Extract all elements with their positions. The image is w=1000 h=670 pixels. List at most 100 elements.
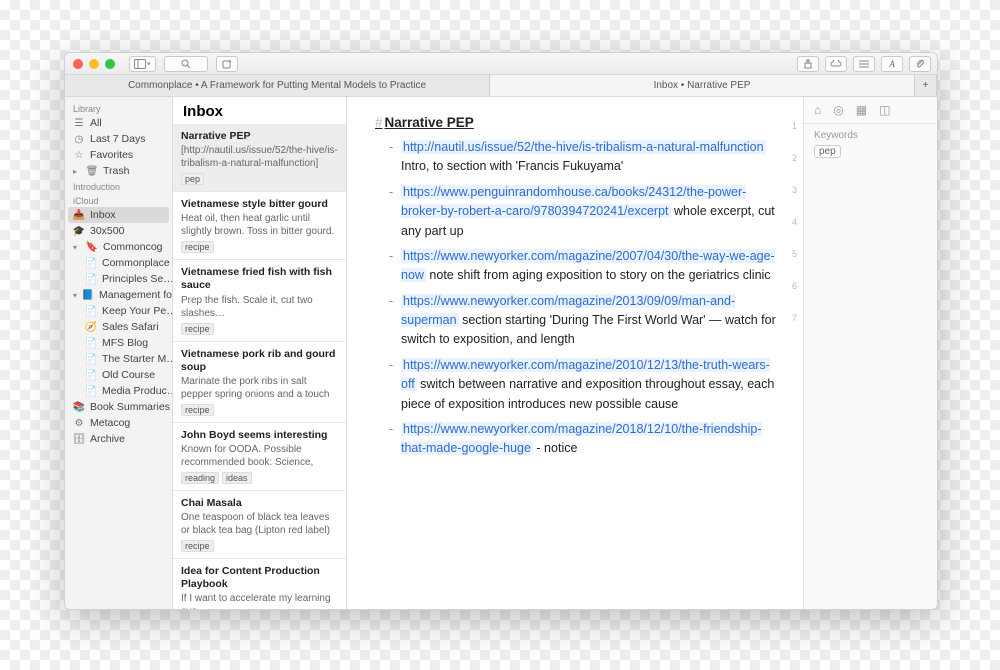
- tabstrip: Commonplace • A Framework for Putting Me…: [65, 75, 937, 97]
- tag[interactable]: recipe: [181, 323, 214, 335]
- note-item[interactable]: John Boyd seems interestingKnown for OOD…: [173, 423, 346, 491]
- sidebar-item-principles[interactable]: 📄Principles Se…: [65, 271, 172, 287]
- bullet-text: - notice: [533, 441, 577, 455]
- tag[interactable]: pep: [181, 173, 204, 185]
- bullet-item: -https://www.newyorker.com/magazine/2013…: [389, 292, 785, 350]
- bullet-item: -https://www.newyorker.com/magazine/2010…: [389, 356, 785, 414]
- chevron-down-icon: ▾: [73, 243, 81, 252]
- note-item[interactable]: Vietnamese style bitter gourdHeat oil, t…: [173, 192, 346, 260]
- bullet-body[interactable]: https://www.newyorker.com/magazine/2010/…: [401, 356, 785, 414]
- link[interactable]: http://nautil.us/issue/52/the-hive/is-tr…: [401, 140, 766, 154]
- sidebar-item-30x500[interactable]: 🎓30x500: [65, 223, 172, 239]
- compass-icon: 🧭: [85, 321, 97, 333]
- sidebar-item-oldcourse[interactable]: 📄Old Course: [65, 367, 172, 383]
- sidebar-item-archive[interactable]: 🗄Archive: [65, 431, 172, 447]
- note-item-preview: Known for OODA. Possible recommended boo…: [181, 443, 338, 469]
- sidebar-header-library: Library: [65, 101, 172, 115]
- tag-icon[interactable]: ⌂: [814, 103, 821, 117]
- sidebar-item-favorites[interactable]: ☆Favorites: [65, 147, 172, 163]
- minimize-icon[interactable]: [89, 59, 99, 69]
- bullet-item: -https://www.penguinrandomhouse.ca/books…: [389, 183, 785, 241]
- sidebar-item-starter[interactable]: 📄The Starter M…: [65, 351, 172, 367]
- book-icon: 📚: [73, 401, 85, 413]
- clock-icon: ◷: [73, 133, 85, 145]
- sidebar-label: Book Summaries: [90, 401, 170, 413]
- doc-icon: 📄: [85, 337, 97, 349]
- bullet-body[interactable]: https://www.penguinrandomhouse.ca/books/…: [401, 183, 785, 241]
- titlebar-left-tools: ▾: [129, 56, 238, 72]
- editor-body[interactable]: #Narrative PEP - http://nautil.us/issue/5…: [347, 97, 803, 609]
- chevron-right-icon: ▸: [73, 167, 81, 176]
- archive-icon: 🗄: [73, 433, 85, 445]
- sidebar-item-trash[interactable]: ▸🗑Trash: [65, 163, 172, 179]
- note-item[interactable]: Idea for Content Production PlaybookIf I…: [173, 559, 346, 609]
- info-icon[interactable]: ◫: [879, 103, 890, 117]
- tag[interactable]: recipe: [181, 540, 214, 552]
- sidebar-item-commoncog[interactable]: ▾🔖Commoncog: [65, 239, 172, 255]
- link[interactable]: https://www.newyorker.com/magazine/2018/…: [401, 422, 762, 455]
- zoom-icon[interactable]: [105, 59, 115, 69]
- chevron-down-icon: ▾: [73, 291, 77, 300]
- keyword-tag[interactable]: pep: [814, 145, 841, 158]
- format-button[interactable]: A: [881, 56, 903, 72]
- sidebar-item-all[interactable]: ☰All: [65, 115, 172, 131]
- sidebar-item-book[interactable]: 📚 Book Summaries: [65, 399, 172, 415]
- target-icon[interactable]: ◎: [833, 103, 843, 117]
- sidebar-label: Trash: [103, 165, 129, 177]
- bullet-item: -https://www.newyorker.com/magazine/2007…: [389, 247, 785, 286]
- cloud-button[interactable]: [825, 56, 847, 72]
- sidebar-label: Inbox: [90, 209, 116, 221]
- sidebar-item-management[interactable]: ▾📘Management for…: [65, 287, 172, 303]
- sidebar-toggle-button[interactable]: ▾: [129, 56, 156, 72]
- list-button[interactable]: [853, 56, 875, 72]
- tab-0[interactable]: Commonplace • A Framework for Putting Me…: [65, 75, 490, 96]
- sidebar-item-media[interactable]: 📄Media Produc…: [65, 383, 172, 399]
- sidebar-label: Metacog: [90, 417, 130, 429]
- note-item[interactable]: Vietnamese pork rib and gourd soupMarina…: [173, 342, 346, 423]
- bullet-body[interactable]: https://www.newyorker.com/magazine/2013/…: [401, 292, 785, 350]
- bullet-body[interactable]: https://www.newyorker.com/magazine/2007/…: [401, 247, 785, 286]
- note-item[interactable]: Vietnamese fried fish with fish saucePre…: [173, 260, 346, 341]
- sidebar-item-keep[interactable]: 📄Keep Your Pe…: [65, 303, 172, 319]
- sidebar-item-metacog[interactable]: ⚙Metacog: [65, 415, 172, 431]
- note-item[interactable]: Chai MasalaOne teaspoon of black tea lea…: [173, 491, 346, 559]
- book-icon: 📘: [82, 289, 94, 301]
- sidebar-label: Keep Your Pe…: [102, 305, 172, 317]
- sidebar-item-last7[interactable]: ◷Last 7 Days: [65, 131, 172, 147]
- note-item-preview: Heat oil, then heat garlic until slightl…: [181, 212, 338, 238]
- bullet-body[interactable]: http://nautil.us/issue/52/the-hive/is-tr…: [401, 138, 785, 177]
- inspector-keywords: Keywords pep: [804, 124, 937, 164]
- sidebar-item-mfs[interactable]: 📄MFS Blog: [65, 335, 172, 351]
- dash-icon: -: [389, 247, 401, 286]
- sidebar-item-commonplace[interactable]: 📄Commonplace: [65, 255, 172, 271]
- tab-1[interactable]: Inbox • Narrative PEP: [490, 75, 915, 96]
- sidebar-label: Sales Safari: [102, 321, 159, 333]
- share-button[interactable]: [797, 56, 819, 72]
- compose-button[interactable]: [216, 56, 238, 72]
- sidebar-item-inbox[interactable]: 📥Inbox: [68, 207, 169, 223]
- tag[interactable]: recipe: [181, 241, 214, 253]
- bullet-body[interactable]: https://www.newyorker.com/magazine/2018/…: [401, 420, 785, 459]
- tag[interactable]: reading: [181, 472, 219, 484]
- note-item-title: Narrative PEP: [181, 130, 338, 143]
- close-icon[interactable]: [73, 59, 83, 69]
- note-title: #Narrative PEP: [375, 115, 785, 130]
- tag[interactable]: recipe: [181, 404, 214, 416]
- new-tab-button[interactable]: +: [915, 75, 937, 96]
- note-item[interactable]: Narrative PEP[http://nautil.us/issue/52/…: [173, 124, 346, 192]
- image-icon[interactable]: ▦: [856, 103, 867, 117]
- search-button[interactable]: [164, 56, 208, 72]
- doc-icon: 📄: [85, 353, 97, 365]
- tag[interactable]: ideas: [222, 472, 252, 484]
- sidebar-label: All: [90, 117, 102, 129]
- inspector: ⌂ ◎ ▦ ◫ Keywords pep: [803, 97, 937, 609]
- attach-button[interactable]: [909, 56, 931, 72]
- inspector-tabs: ⌂ ◎ ▦ ◫: [804, 97, 937, 124]
- sidebar-item-safari[interactable]: 🧭 Sales Safari: [65, 319, 172, 335]
- line-gutter: 1234567: [792, 121, 797, 323]
- notelist-scroll[interactable]: Narrative PEP[http://nautil.us/issue/52/…: [173, 124, 346, 609]
- hash-icon: #: [375, 115, 383, 130]
- sidebar: Library ☰All ◷Last 7 Days ☆Favorites ▸🗑T…: [65, 97, 173, 609]
- note-item-tags: recipe: [181, 404, 338, 416]
- doc-icon: 📄: [85, 369, 97, 381]
